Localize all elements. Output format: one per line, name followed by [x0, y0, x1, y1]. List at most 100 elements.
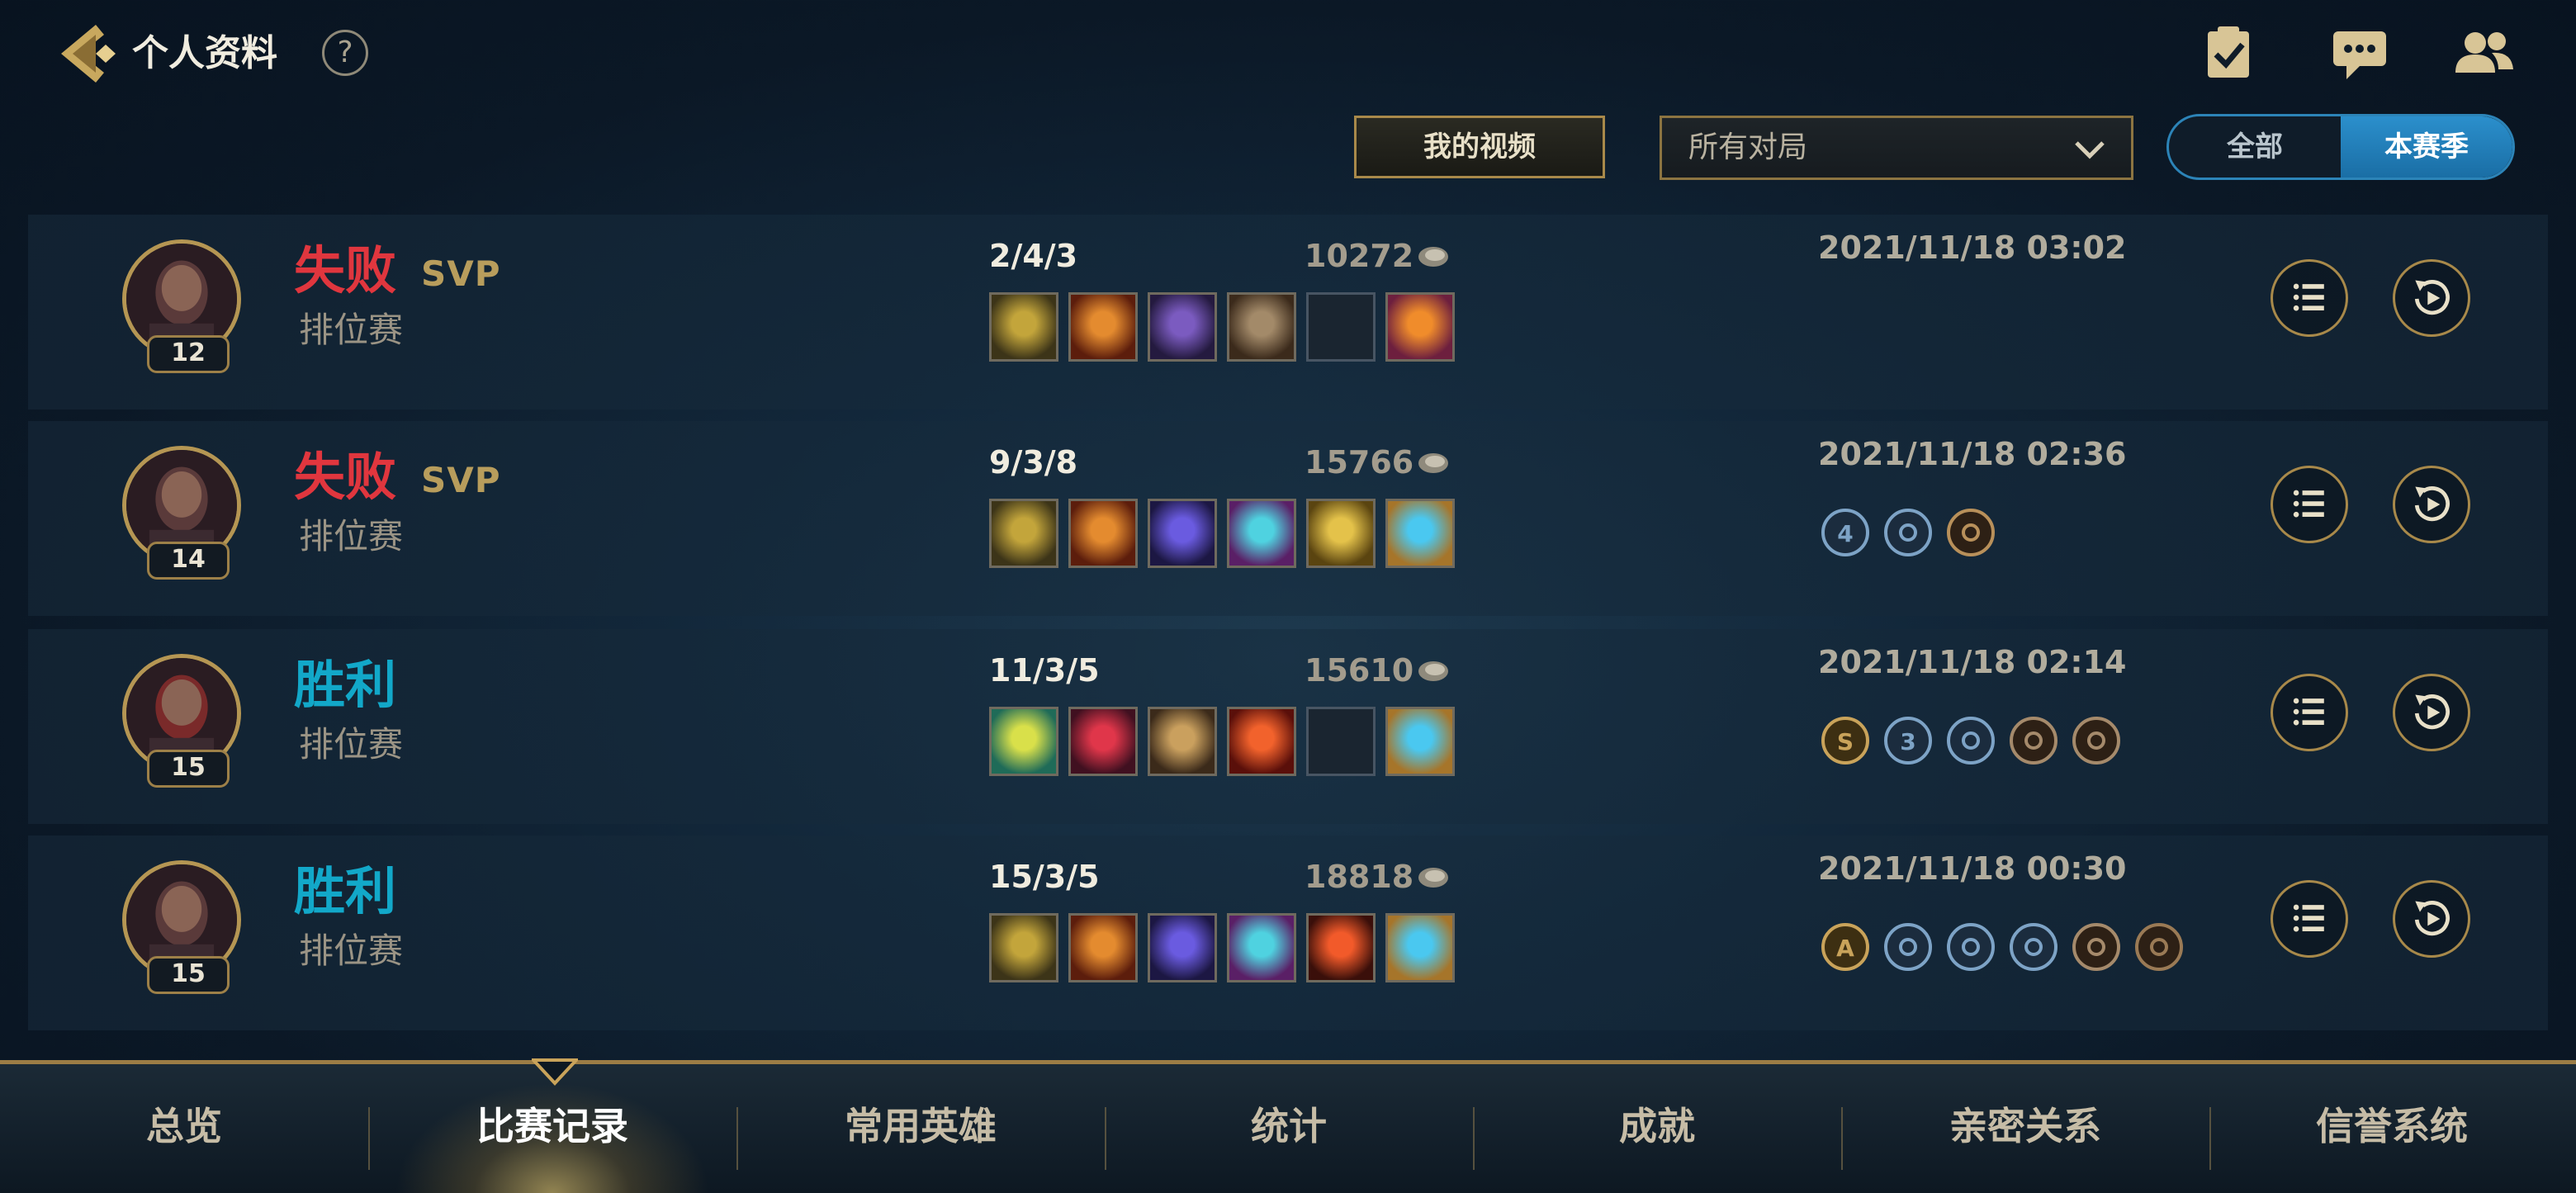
chat-icon[interactable]: [2328, 25, 2394, 83]
match-row: 15 胜利 排位赛 15/3/5 18818 2021/11/18 00:30 A: [28, 836, 2548, 1030]
match-type-value: 所有对局: [1688, 130, 1808, 164]
match-detail-button[interactable]: [2271, 674, 2348, 751]
list-icon: [2293, 490, 2324, 518]
tab-heroes[interactable]: 常用英雄: [736, 1064, 1105, 1193]
badge-4-icon[interactable]: 4: [1820, 507, 1871, 558]
bottom-tab-bar: 总览 比赛记录 常用英雄 统计 成就 亲密关系 信誉系统: [0, 1060, 2576, 1193]
badge-leaf-icon[interactable]: [2008, 715, 2059, 766]
badge-flame-icon[interactable]: [1882, 921, 1934, 973]
tab-overview[interactable]: 总览: [0, 1064, 368, 1193]
active-tab-caret-icon: [532, 1058, 578, 1086]
item-icon[interactable]: [1068, 913, 1138, 982]
item-icon[interactable]: [1227, 499, 1296, 568]
item-icon[interactable]: [1068, 499, 1138, 568]
item-icon[interactable]: [1148, 499, 1217, 568]
task-icon[interactable]: [2196, 25, 2262, 83]
badge-flag-icon[interactable]: [1882, 507, 1934, 558]
tab-achievements[interactable]: 成就: [1473, 1064, 1841, 1193]
match-result: 失败: [294, 447, 397, 507]
match-type-dropdown[interactable]: 所有对局: [1660, 116, 2133, 180]
toggle-season-option[interactable]: 本赛季: [2341, 116, 2512, 178]
tab-relationships[interactable]: 亲密关系: [1841, 1064, 2209, 1193]
friends-icon[interactable]: [2451, 25, 2517, 83]
hero-level-badge: 15: [147, 956, 230, 994]
match-replay-button[interactable]: [2393, 674, 2470, 751]
match-detail-button[interactable]: [2271, 259, 2348, 337]
item-icon[interactable]: [1385, 499, 1455, 568]
tab-stats[interactable]: 统计: [1105, 1064, 1473, 1193]
tab-credit-system[interactable]: 信誉系统: [2208, 1064, 2576, 1193]
item-icon[interactable]: [989, 913, 1058, 982]
match-detail-button[interactable]: [2271, 880, 2348, 958]
badge-s-icon[interactable]: S: [1820, 715, 1871, 766]
match-replay-button[interactable]: [2393, 880, 2470, 958]
item-icon[interactable]: [1385, 913, 1455, 982]
svg-text:4: 4: [1837, 520, 1853, 547]
match-time: 2021/11/18 00:30: [1818, 850, 2127, 887]
svg-text:A: A: [1836, 935, 1854, 962]
empty-item-slot: [1306, 292, 1376, 362]
item-icon[interactable]: [1385, 707, 1455, 776]
badge-swords-icon[interactable]: [1945, 715, 1996, 766]
badge-leaf-icon[interactable]: [2071, 921, 2122, 973]
hero-level-badge: 14: [147, 542, 230, 580]
replay-icon: [2414, 486, 2450, 522]
coin-icon: [1418, 247, 1448, 267]
game-mode: 排位赛: [299, 724, 404, 765]
gold-score: 18818: [1305, 859, 1414, 895]
coin-icon: [1418, 868, 1448, 888]
badge-3-icon[interactable]: 3: [1882, 715, 1934, 766]
match-detail-button[interactable]: [2271, 466, 2348, 543]
item-icon[interactable]: [1148, 292, 1217, 362]
back-button[interactable]: [53, 18, 119, 89]
replay-icon: [2414, 694, 2450, 730]
page-title: 个人资料: [132, 32, 277, 74]
match-replay-button[interactable]: [2393, 259, 2470, 337]
game-mode: 排位赛: [299, 930, 404, 971]
game-mode: 排位赛: [299, 516, 404, 556]
item-icon[interactable]: [989, 292, 1058, 362]
badge-crown-icon[interactable]: [2133, 921, 2185, 973]
badge-tower-icon[interactable]: [2071, 715, 2122, 766]
toggle-all-option[interactable]: 全部: [2169, 116, 2341, 178]
match-result: 失败: [294, 240, 397, 301]
kda: 9/3/8: [989, 444, 1078, 481]
my-videos-button[interactable]: 我的视频: [1354, 116, 1605, 178]
item-icon[interactable]: [1385, 292, 1455, 362]
season-toggle[interactable]: 全部 本赛季: [2166, 114, 2515, 180]
list-icon: [2293, 904, 2324, 932]
chevron-down-icon: [2075, 141, 2105, 159]
item-icon[interactable]: [1306, 913, 1376, 982]
kda: 2/4/3: [989, 238, 1078, 274]
help-icon[interactable]: ?: [322, 30, 368, 76]
empty-item-slot: [1306, 707, 1376, 776]
item-icon[interactable]: [1306, 499, 1376, 568]
item-icon[interactable]: [1148, 913, 1217, 982]
badge-swords-icon[interactable]: [2008, 921, 2059, 973]
badge-a-icon[interactable]: A: [1820, 921, 1871, 973]
match-time: 2021/11/18 02:36: [1818, 436, 2127, 472]
badge-fire-icon[interactable]: [1945, 921, 1996, 973]
hero-level-badge: 15: [147, 750, 230, 788]
replay-icon: [2414, 901, 2450, 936]
item-icon[interactable]: [1227, 292, 1296, 362]
match-replay-button[interactable]: [2393, 466, 2470, 543]
svg-text:3: 3: [1900, 728, 1915, 755]
list-icon: [2293, 283, 2324, 311]
item-icon[interactable]: [1227, 707, 1296, 776]
item-icon[interactable]: [1068, 292, 1138, 362]
item-icon[interactable]: [1148, 707, 1217, 776]
item-icon[interactable]: [989, 499, 1058, 568]
gold-score: 10272: [1305, 238, 1414, 274]
svg-text:S: S: [1837, 728, 1854, 755]
coin-icon: [1418, 453, 1448, 473]
item-icon[interactable]: [989, 707, 1058, 776]
item-icon[interactable]: [1068, 707, 1138, 776]
replay-icon: [2414, 280, 2450, 315]
game-mode: 排位赛: [299, 310, 404, 350]
gold-score: 15610: [1305, 652, 1414, 689]
badge-drop-icon[interactable]: [1945, 507, 1996, 558]
item-icon[interactable]: [1227, 913, 1296, 982]
match-result: 胜利: [294, 861, 397, 921]
mvp-badge: SVP: [421, 253, 501, 294]
